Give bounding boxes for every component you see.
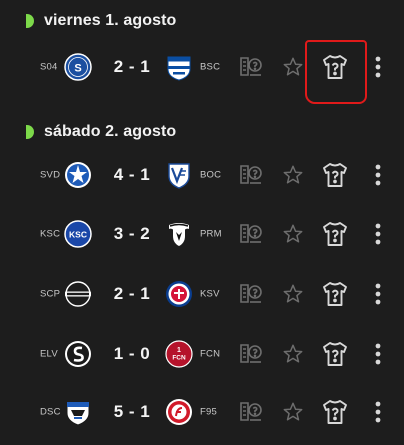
match-score: 2 - 1	[113, 284, 151, 303]
match-row[interactable]: SCP 2 - 1 KSV	[0, 264, 404, 324]
day-header: sábado 2. agosto	[0, 120, 404, 144]
hertha-crest	[167, 56, 191, 81]
day-marker	[23, 14, 34, 28]
star-icon[interactable]	[281, 282, 305, 306]
preussen-muenster-crest	[169, 223, 189, 246]
match-score: 2 - 1	[113, 57, 151, 76]
duesseldorf-crest	[166, 399, 192, 425]
prediction-board-icon[interactable]	[236, 52, 266, 82]
schalke-crest: S	[64, 53, 92, 81]
crest-text: FCN	[172, 355, 186, 362]
bochum-crest	[168, 163, 190, 189]
star-icon[interactable]	[281, 163, 305, 187]
nuernberg-crest: 1 FCN	[165, 340, 193, 368]
shirt-question-icon[interactable]	[318, 217, 352, 251]
home-team-abbr: KSC	[40, 228, 61, 240]
shirt-question-icon[interactable]	[318, 395, 352, 429]
crest-text: KSC	[69, 230, 87, 240]
match-row[interactable]: SVD 4 - 1 BOC	[0, 145, 404, 205]
away-team-abbr: KSV	[200, 288, 220, 300]
away-team-abbr: F95	[200, 406, 217, 418]
home-team-abbr: DSC	[40, 406, 61, 418]
match-score: 5 - 1	[113, 402, 151, 421]
home-team-abbr: SCP	[40, 288, 61, 300]
match-score: 4 - 1	[113, 165, 151, 184]
star-icon[interactable]	[281, 342, 305, 366]
karlsruhe-crest: KSC	[64, 220, 92, 248]
away-team-abbr: BOC	[200, 169, 222, 181]
darmstadt-crest	[65, 162, 91, 188]
match-score: 1 - 0	[113, 344, 151, 363]
more-vertical-icon[interactable]	[371, 399, 385, 425]
kiel-crest	[166, 281, 192, 307]
crest-text: 1	[177, 347, 181, 354]
match-row[interactable]: S04 S 2 - 1 BSC	[0, 37, 404, 97]
match-row[interactable]: KSC KSC 3 - 2 PRM	[0, 204, 404, 264]
day-title: sábado 2. agosto	[44, 123, 177, 140]
away-team-abbr: FCN	[200, 348, 221, 360]
svg-text:S: S	[74, 63, 81, 75]
star-icon[interactable]	[281, 55, 305, 79]
more-vertical-icon[interactable]	[371, 54, 385, 80]
star-icon[interactable]	[281, 222, 305, 246]
day-title: viernes 1. agosto	[44, 12, 177, 29]
more-vertical-icon[interactable]	[371, 281, 385, 307]
more-vertical-icon[interactable]	[371, 221, 385, 247]
more-vertical-icon[interactable]	[371, 162, 385, 188]
home-team-abbr: S04	[40, 61, 58, 73]
day-header: viernes 1. agosto	[0, 9, 404, 33]
elversberg-crest	[65, 341, 91, 367]
match-score: 3 - 2	[113, 224, 151, 243]
prediction-board-icon[interactable]	[236, 279, 266, 309]
star-icon[interactable]	[281, 400, 305, 424]
day-marker	[23, 125, 34, 139]
paderborn-crest	[65, 281, 91, 307]
shirt-question-icon[interactable]	[318, 337, 352, 371]
away-team-abbr: BSC	[200, 61, 221, 73]
shirt-question-icon[interactable]	[318, 277, 352, 311]
away-team-abbr: PRM	[200, 228, 222, 240]
match-row[interactable]: ELV 1 - 0 1 FCN FCN	[0, 324, 404, 384]
prediction-board-icon[interactable]	[236, 397, 266, 427]
bielefeld-crest	[66, 401, 90, 426]
home-team-abbr: SVD	[40, 169, 61, 181]
shirt-question-icon[interactable]	[318, 50, 352, 84]
prediction-board-icon[interactable]	[236, 219, 266, 249]
home-team-abbr: ELV	[40, 348, 58, 360]
shirt-question-icon[interactable]	[318, 158, 352, 192]
prediction-board-icon[interactable]	[236, 339, 266, 369]
prediction-board-icon[interactable]	[236, 160, 266, 190]
match-row[interactable]: DSC 5 - 1 F95	[0, 382, 404, 442]
more-vertical-icon[interactable]	[371, 341, 385, 367]
